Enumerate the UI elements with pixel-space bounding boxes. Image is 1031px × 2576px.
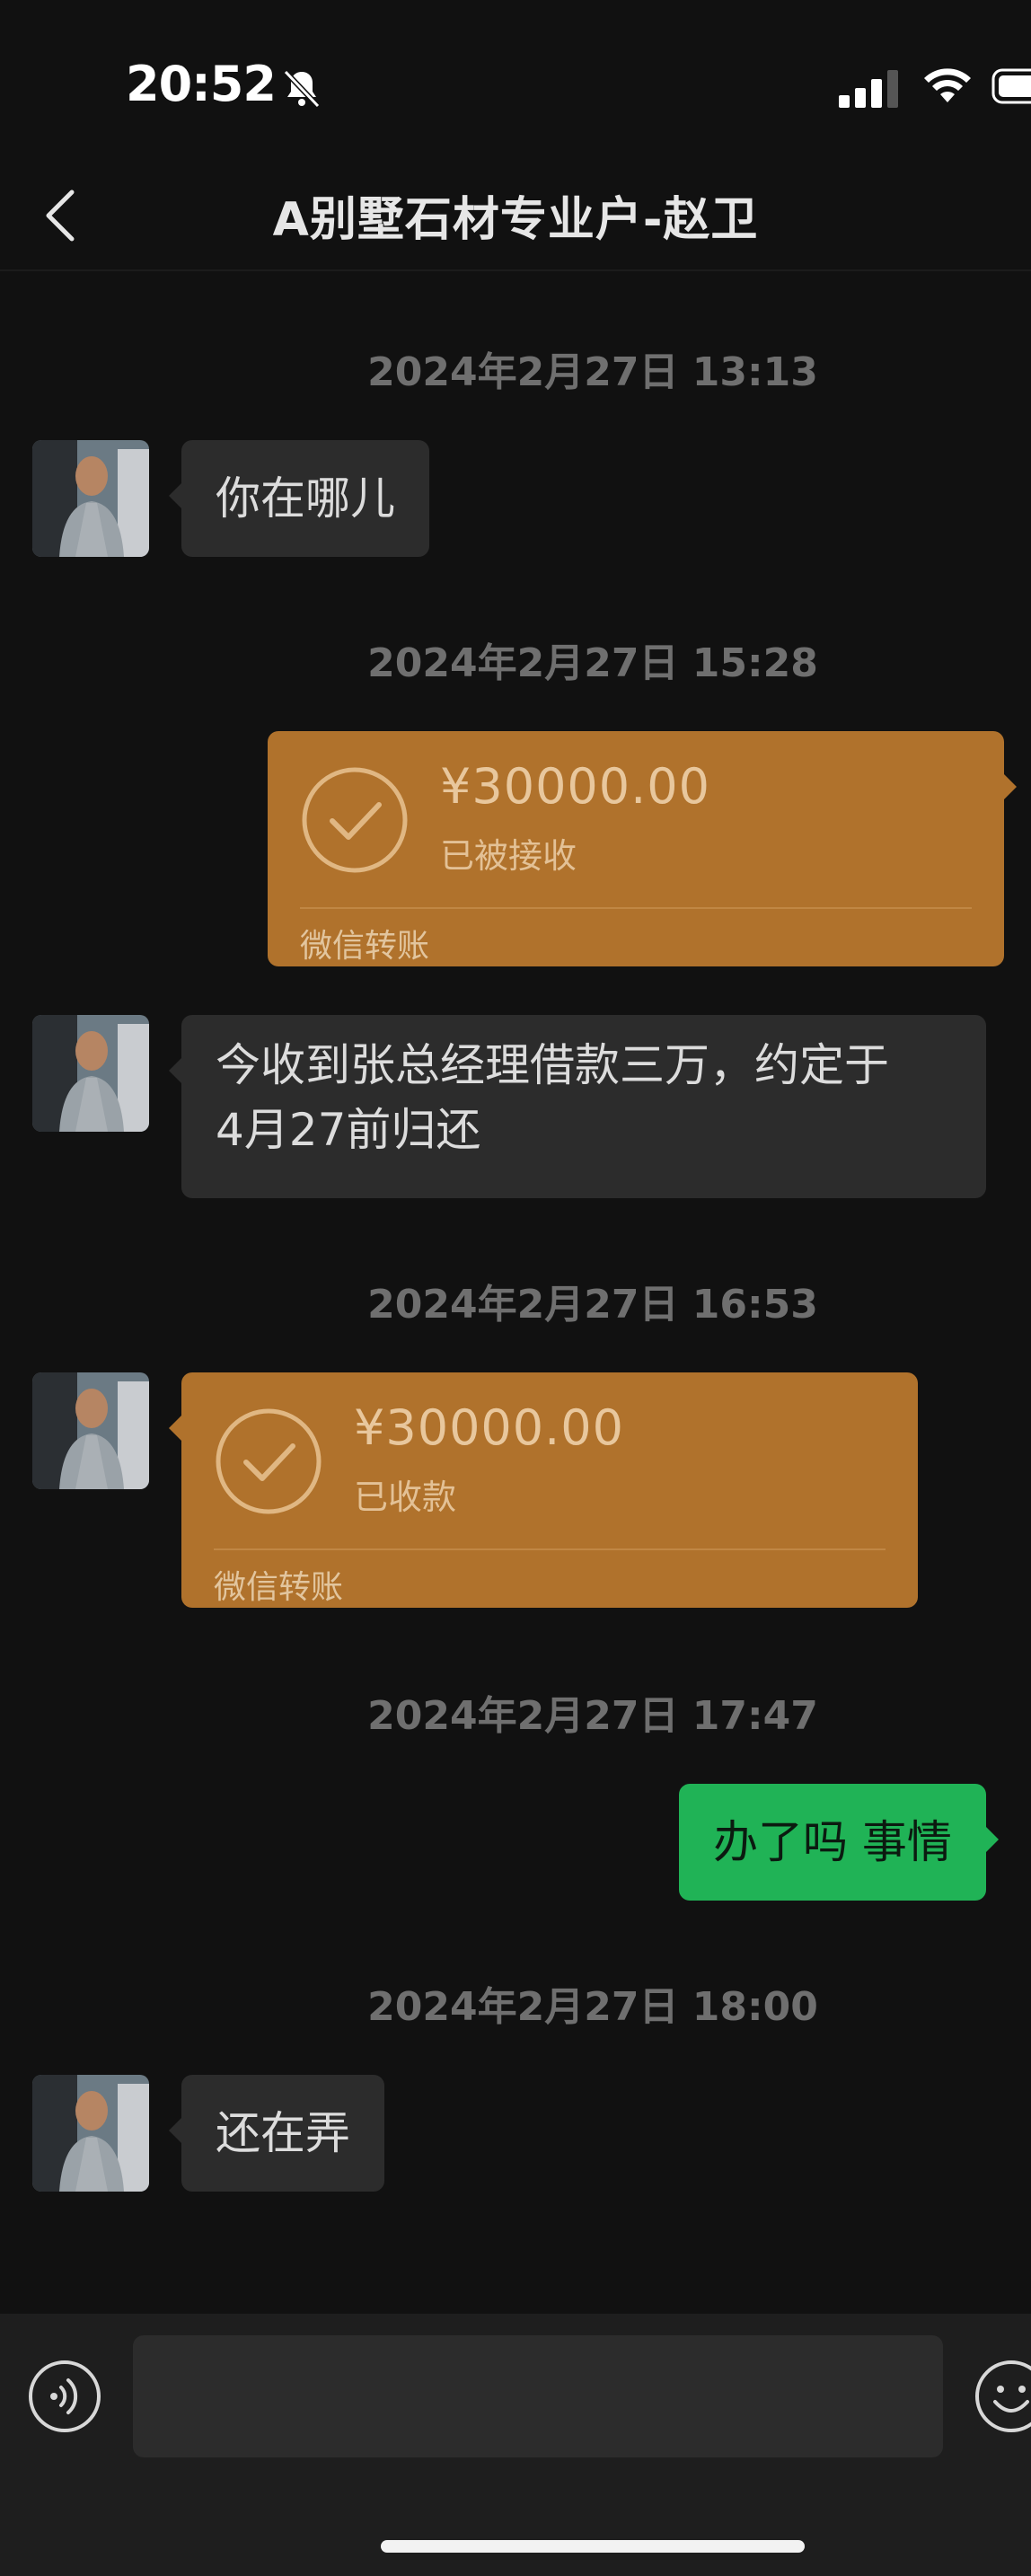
- message-bubble-incoming[interactable]: 还在弄: [169, 2075, 384, 2192]
- avatar-image: [32, 1015, 149, 1132]
- message-timestamp: 2024年2月27日 13:13: [367, 349, 818, 395]
- wifi-icon: [924, 68, 971, 102]
- transfer-status: 已收款: [354, 1478, 457, 1517]
- contact-avatar[interactable]: [32, 1015, 149, 1132]
- message-text: 还在弄: [216, 2107, 350, 2159]
- voice-input-icon[interactable]: [27, 2359, 102, 2434]
- message-bubble-incoming[interactable]: 今收到张总经理借款三万，约定于 4月27前归还: [169, 1015, 986, 1198]
- transfer-amount: ¥30000.00: [354, 1399, 625, 1456]
- cellular-signal-icon: [839, 70, 898, 108]
- home-indicator: [381, 2540, 805, 2553]
- avatar-image: [32, 2075, 149, 2192]
- message-timestamp: 2024年2月27日 18:00: [367, 1984, 818, 2030]
- transfer-divider: [300, 907, 972, 909]
- transfer-label: 微信转账: [214, 1569, 344, 1606]
- message-bubble-outgoing[interactable]: 办了吗 事情: [679, 1784, 999, 1901]
- message-text-line-2: 4月27前归还: [216, 1104, 481, 1156]
- transfer-card-incoming[interactable]: ¥30000.00 已收款 微信转账: [169, 1372, 918, 1608]
- contact-avatar[interactable]: [32, 440, 149, 557]
- checkmark-circle-icon: [216, 1408, 322, 1514]
- transfer-amount: ¥30000.00: [440, 758, 711, 815]
- message-text: 你在哪儿: [216, 472, 395, 525]
- message-timestamp: 2024年2月27日 15:28: [367, 640, 818, 686]
- avatar-image: [32, 440, 149, 557]
- contact-avatar[interactable]: [32, 1372, 149, 1489]
- status-bar: 20:52: [0, 0, 1031, 162]
- message-bubble-incoming[interactable]: 你在哪儿: [169, 440, 429, 557]
- transfer-status: 已被接收: [440, 836, 577, 876]
- status-time: 20:52: [126, 56, 277, 112]
- chat-title[interactable]: A别墅石材专业户-赵卫: [0, 181, 1031, 249]
- message-input[interactable]: [133, 2335, 943, 2457]
- message-text: 办了吗 事情: [713, 1816, 952, 1868]
- avatar-image: [32, 1372, 149, 1489]
- message-timestamp: 2024年2月27日 17:47: [367, 1693, 818, 1739]
- battery-icon: [991, 68, 1031, 104]
- input-bar: [0, 2314, 1031, 2576]
- transfer-label: 微信转账: [300, 928, 430, 965]
- emoji-icon[interactable]: [974, 2359, 1031, 2434]
- bell-slash-icon: [283, 69, 321, 109]
- chat-header: A别墅石材专业户-赵卫: [0, 162, 1031, 271]
- contact-avatar[interactable]: [32, 2075, 149, 2192]
- transfer-divider: [214, 1548, 886, 1550]
- transfer-card-outgoing[interactable]: ¥30000.00 已被接收 微信转账: [268, 731, 1017, 966]
- message-text-line-1: 今收到张总经理借款三万，约定于: [216, 1039, 889, 1091]
- checkmark-circle-icon: [302, 767, 408, 873]
- message-timestamp: 2024年2月27日 16:53: [367, 1282, 818, 1328]
